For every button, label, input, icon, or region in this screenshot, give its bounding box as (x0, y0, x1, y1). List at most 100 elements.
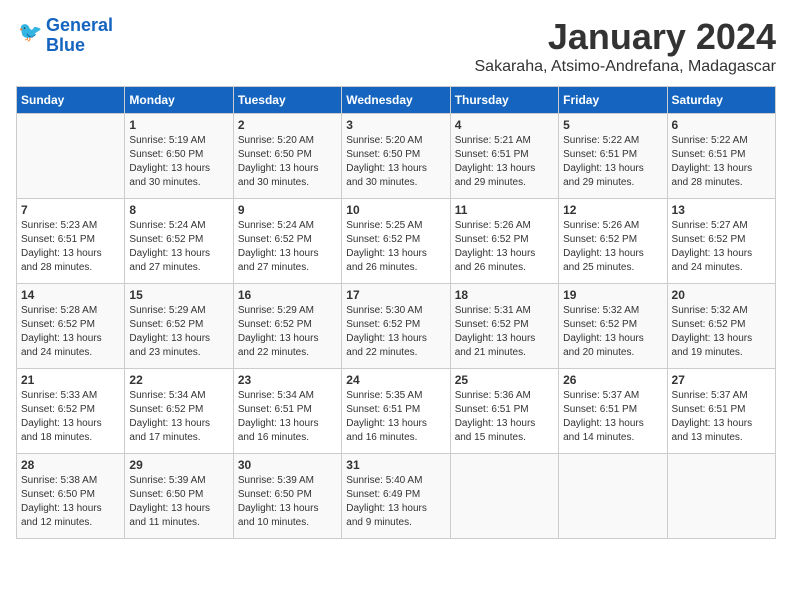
day-info: Sunrise: 5:32 AMSunset: 6:52 PMDaylight:… (563, 304, 662, 360)
day-cell: 22 Sunrise: 5:34 AMSunset: 6:52 PMDayligh… (125, 369, 233, 454)
day-cell: 13 Sunrise: 5:27 AMSunset: 6:52 PMDayligh… (667, 199, 775, 284)
day-cell: 24Sunrise: 5:35 AMSunset: 6:51 PMDayligh… (342, 369, 450, 454)
col-header-wednesday: Wednesday (342, 87, 450, 114)
week-row-5: 28Sunrise: 5:38 AMSunset: 6:50 PMDayligh… (17, 454, 776, 539)
day-cell (559, 454, 667, 539)
logo: 🐦 General Blue (16, 16, 113, 56)
day-info: Sunrise: 5:38 AMSunset: 6:50 PMDaylight:… (21, 474, 120, 530)
day-info: Sunrise: 5:32 AMSunset: 6:52 PMDaylight:… (672, 304, 771, 360)
day-cell: 1 Sunrise: 5:19 AMSunset: 6:50 PMDaylight… (125, 114, 233, 199)
day-cell: 7 Sunrise: 5:23 AMSunset: 6:51 PMDaylight… (17, 199, 125, 284)
day-number: 25 (455, 373, 554, 387)
day-info: Sunrise: 5:34 AMSunset: 6:52 PMDaylight:… (129, 389, 228, 445)
day-cell: 4Sunrise: 5:21 AMSunset: 6:51 PMDaylight… (450, 114, 558, 199)
day-info: Sunrise: 5:19 AMSunset: 6:50 PMDaylight:… (129, 134, 228, 190)
day-number: 22 (129, 373, 228, 387)
day-info: Sunrise: 5:24 AMSunset: 6:52 PMDaylight:… (129, 219, 228, 275)
day-info: Sunrise: 5:23 AMSunset: 6:51 PMDaylight:… (21, 219, 120, 275)
calendar-body: 1 Sunrise: 5:19 AMSunset: 6:50 PMDaylight… (17, 114, 776, 539)
day-number: 30 (238, 458, 337, 472)
day-number: 31 (346, 458, 445, 472)
day-number: 17 (346, 288, 445, 302)
day-info: Sunrise: 5:29 AMSunset: 6:52 PMDaylight:… (129, 304, 228, 360)
day-info: Sunrise: 5:25 AMSunset: 6:52 PMDaylight:… (346, 219, 445, 275)
col-header-monday: Monday (125, 87, 233, 114)
day-cell (17, 114, 125, 199)
day-info: Sunrise: 5:26 AMSunset: 6:52 PMDaylight:… (455, 219, 554, 275)
day-number: 16 (238, 288, 337, 302)
week-row-1: 1 Sunrise: 5:19 AMSunset: 6:50 PMDaylight… (17, 114, 776, 199)
day-number: 19 (563, 288, 662, 302)
day-number: 24 (346, 373, 445, 387)
day-number: 21 (21, 373, 120, 387)
day-number: 1 (129, 118, 228, 132)
day-number: 14 (21, 288, 120, 302)
day-number: 20 (672, 288, 771, 302)
day-cell: 3 Sunrise: 5:20 AMSunset: 6:50 PMDaylight… (342, 114, 450, 199)
day-info: Sunrise: 5:39 AMSunset: 6:50 PMDaylight:… (238, 474, 337, 530)
day-cell: 12 Sunrise: 5:26 AMSunset: 6:52 PMDayligh… (559, 199, 667, 284)
day-info: Sunrise: 5:22 AMSunset: 6:51 PMDaylight:… (563, 134, 662, 190)
day-cell: 19 Sunrise: 5:32 AMSunset: 6:52 PMDayligh… (559, 284, 667, 369)
day-number: 26 (563, 373, 662, 387)
day-number: 7 (21, 203, 120, 217)
day-number: 11 (455, 203, 554, 217)
logo-text: General Blue (46, 16, 113, 56)
day-cell: 6Sunrise: 5:22 AMSunset: 6:51 PMDaylight… (667, 114, 775, 199)
day-info: Sunrise: 5:24 AMSunset: 6:52 PMDaylight:… (238, 219, 337, 275)
day-cell: 18 Sunrise: 5:31 AMSunset: 6:52 PMDayligh… (450, 284, 558, 369)
day-number: 9 (238, 203, 337, 217)
day-info: Sunrise: 5:39 AMSunset: 6:50 PMDaylight:… (129, 474, 228, 530)
day-number: 13 (672, 203, 771, 217)
col-header-sunday: Sunday (17, 87, 125, 114)
svg-text:🐦: 🐦 (18, 22, 42, 44)
day-number: 12 (563, 203, 662, 217)
page-header: 🐦 General Blue January 2024 Sakaraha, At… (16, 16, 776, 76)
logo-icon: 🐦 (18, 19, 46, 47)
day-info: Sunrise: 5:29 AMSunset: 6:52 PMDaylight:… (238, 304, 337, 360)
day-number: 18 (455, 288, 554, 302)
title-section: January 2024 Sakaraha, Atsimo-Andrefana,… (475, 16, 777, 76)
day-cell: 28Sunrise: 5:38 AMSunset: 6:50 PMDayligh… (17, 454, 125, 539)
day-cell: 27 Sunrise: 5:37 AMSunset: 6:51 PMDayligh… (667, 369, 775, 454)
location-subtitle: Sakaraha, Atsimo-Andrefana, Madagascar (475, 58, 777, 76)
day-info: Sunrise: 5:40 AMSunset: 6:49 PMDaylight:… (346, 474, 445, 530)
day-cell: 14Sunrise: 5:28 AMSunset: 6:52 PMDayligh… (17, 284, 125, 369)
day-cell: 29Sunrise: 5:39 AMSunset: 6:50 PMDayligh… (125, 454, 233, 539)
day-number: 8 (129, 203, 228, 217)
day-cell: 26 Sunrise: 5:37 AMSunset: 6:51 PMDayligh… (559, 369, 667, 454)
week-row-4: 21Sunrise: 5:33 AMSunset: 6:52 PMDayligh… (17, 369, 776, 454)
col-header-tuesday: Tuesday (233, 87, 341, 114)
col-header-thursday: Thursday (450, 87, 558, 114)
day-cell: 31 Sunrise: 5:40 AMSunset: 6:49 PMDayligh… (342, 454, 450, 539)
day-cell: 16 Sunrise: 5:29 AMSunset: 6:52 PMDayligh… (233, 284, 341, 369)
calendar-header-row: SundayMondayTuesdayWednesdayThursdayFrid… (17, 87, 776, 114)
week-row-2: 7 Sunrise: 5:23 AMSunset: 6:51 PMDaylight… (17, 199, 776, 284)
day-number: 27 (672, 373, 771, 387)
month-title: January 2024 (475, 16, 777, 58)
day-cell: 17Sunrise: 5:30 AMSunset: 6:52 PMDayligh… (342, 284, 450, 369)
calendar-table: SundayMondayTuesdayWednesdayThursdayFrid… (16, 86, 776, 539)
day-info: Sunrise: 5:37 AMSunset: 6:51 PMDaylight:… (672, 389, 771, 445)
day-cell: 8 Sunrise: 5:24 AMSunset: 6:52 PMDaylight… (125, 199, 233, 284)
day-cell: 2 Sunrise: 5:20 AMSunset: 6:50 PMDaylight… (233, 114, 341, 199)
day-number: 15 (129, 288, 228, 302)
day-info: Sunrise: 5:34 AMSunset: 6:51 PMDaylight:… (238, 389, 337, 445)
day-info: Sunrise: 5:31 AMSunset: 6:52 PMDaylight:… (455, 304, 554, 360)
day-info: Sunrise: 5:22 AMSunset: 6:51 PMDaylight:… (672, 134, 771, 190)
day-cell: 15 Sunrise: 5:29 AMSunset: 6:52 PMDayligh… (125, 284, 233, 369)
week-row-3: 14Sunrise: 5:28 AMSunset: 6:52 PMDayligh… (17, 284, 776, 369)
day-info: Sunrise: 5:37 AMSunset: 6:51 PMDaylight:… (563, 389, 662, 445)
day-number: 5 (563, 118, 662, 132)
day-info: Sunrise: 5:27 AMSunset: 6:52 PMDaylight:… (672, 219, 771, 275)
day-number: 4 (455, 118, 554, 132)
day-number: 2 (238, 118, 337, 132)
day-number: 3 (346, 118, 445, 132)
day-cell (450, 454, 558, 539)
day-cell: 21Sunrise: 5:33 AMSunset: 6:52 PMDayligh… (17, 369, 125, 454)
day-number: 23 (238, 373, 337, 387)
day-info: Sunrise: 5:20 AMSunset: 6:50 PMDaylight:… (238, 134, 337, 190)
day-info: Sunrise: 5:26 AMSunset: 6:52 PMDaylight:… (563, 219, 662, 275)
day-info: Sunrise: 5:20 AMSunset: 6:50 PMDaylight:… (346, 134, 445, 190)
day-info: Sunrise: 5:36 AMSunset: 6:51 PMDaylight:… (455, 389, 554, 445)
